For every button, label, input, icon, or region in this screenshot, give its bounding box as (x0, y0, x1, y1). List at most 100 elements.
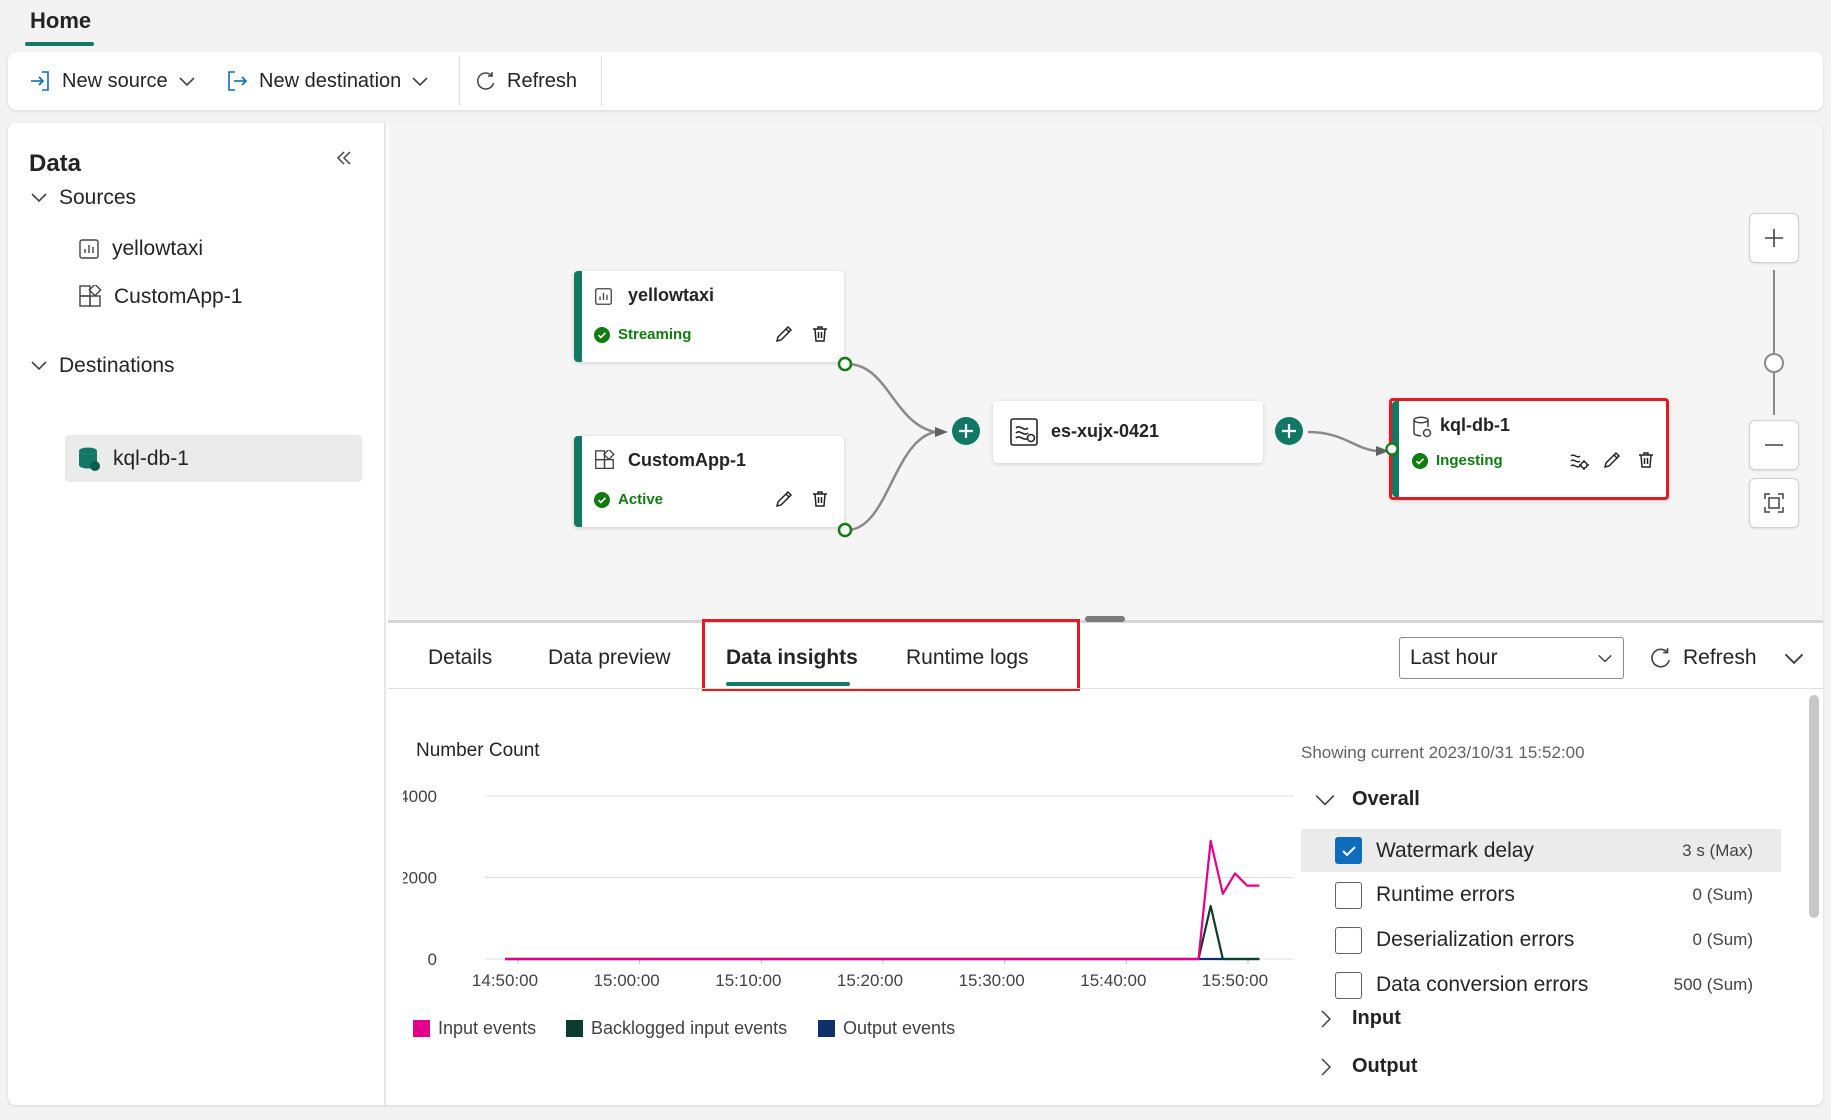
x-tick-label: 15:10:00 (715, 971, 781, 990)
expand-panel-button[interactable] (1783, 647, 1805, 669)
legend-swatch (818, 1020, 835, 1037)
overall-section-header[interactable]: Overall (1314, 788, 1420, 811)
insights-scrollbar[interactable] (1809, 695, 1819, 918)
stream-node[interactable]: es-xujx-0421 (993, 401, 1263, 463)
refresh-label: Refresh (1683, 646, 1757, 669)
sources-label: Sources (59, 186, 137, 209)
data-pane-title: Data (29, 150, 82, 177)
source-node-customapp[interactable]: CustomApp-1 Active (574, 436, 844, 527)
add-operation-plus-icon[interactable] (951, 416, 981, 446)
series-line-backlogged-input-events (505, 904, 1260, 961)
metric-checkbox[interactable] (1335, 837, 1362, 864)
tabs-divider (388, 688, 1823, 689)
check-circle-icon (594, 327, 610, 343)
metric-checkbox[interactable] (1335, 881, 1362, 909)
input-section-header[interactable]: Input (1316, 1007, 1401, 1030)
y-tick-label: 0 (428, 950, 437, 969)
metric-row-data-conversion-errors[interactable]: Data conversion errors 500 (Sum) (1301, 965, 1781, 1005)
node-title: yellowtaxi (628, 285, 715, 305)
chart-title: Number Count (416, 740, 540, 761)
legend-swatch (413, 1020, 430, 1037)
metric-row-watermark-delay[interactable]: Watermark delay 3 s (Max) (1301, 829, 1781, 872)
destination-node-kql-db[interactable]: kql-db-1 Ingesting (1389, 398, 1669, 500)
chevron-down-icon (29, 188, 49, 208)
metric-row-runtime-errors[interactable]: Runtime errors 0 (Sum) (1301, 875, 1781, 915)
zoom-in-button[interactable] (1749, 213, 1799, 263)
edit-icon[interactable] (774, 324, 794, 344)
tab-data-insights[interactable]: Data insights (726, 646, 858, 670)
toolbar-divider (601, 56, 602, 106)
eventstream-settings-icon[interactable] (1568, 449, 1590, 471)
sign-in-arrow-icon (28, 69, 52, 93)
delete-icon[interactable] (810, 489, 830, 509)
metric-label: Runtime errors (1376, 883, 1515, 906)
sources-group-header[interactable]: Sources (29, 186, 136, 210)
input-label: Input (1352, 1007, 1401, 1029)
refresh-label: Refresh (507, 69, 578, 92)
double-chevron-left-icon (335, 149, 353, 167)
zoom-slider[interactable] (1763, 270, 1785, 415)
chevron-down-icon (411, 72, 429, 90)
legend-label: Backlogged input events (591, 1018, 788, 1038)
zoom-out-button[interactable] (1749, 420, 1799, 470)
tab-home[interactable]: Home (30, 8, 91, 34)
x-tick-label: 15:50:00 (1202, 971, 1268, 990)
metric-checkbox[interactable] (1335, 926, 1362, 954)
new-source-button[interactable]: New source (28, 52, 196, 110)
legend-label: Output events (843, 1018, 956, 1038)
plus-icon (1763, 227, 1785, 249)
splitter-grip[interactable] (1085, 616, 1125, 622)
tab-details[interactable]: Details (428, 646, 492, 670)
output-port[interactable] (836, 355, 854, 373)
collapse-pane-button[interactable] (335, 149, 353, 167)
edit-icon[interactable] (1602, 450, 1622, 470)
x-tick-label: 15:30:00 (959, 971, 1025, 990)
legend-backlogged-events[interactable]: Backlogged input events (566, 1018, 787, 1039)
series-line-input-events (505, 839, 1260, 961)
destinations-group-header[interactable]: Destinations (29, 354, 175, 378)
refresh-icon (475, 70, 497, 92)
metric-row-deserialization-errors[interactable]: Deserialization errors 0 (Sum) (1301, 920, 1781, 960)
fit-to-screen-button[interactable] (1749, 478, 1799, 528)
source-item-customapp[interactable]: CustomApp-1 (78, 285, 242, 309)
overall-label: Overall (1352, 788, 1420, 810)
metric-label: Deserialization errors (1376, 928, 1575, 951)
app-grid-icon (78, 285, 102, 309)
add-destination-plus-icon[interactable] (1274, 416, 1304, 446)
metric-checkbox[interactable] (1335, 971, 1362, 999)
new-destination-button[interactable]: New destination (225, 52, 429, 110)
chevron-down-icon (29, 356, 49, 376)
source-node-yellowtaxi[interactable]: yellowtaxi Streaming (574, 271, 844, 362)
refresh-button[interactable]: Refresh (475, 52, 577, 110)
flow-canvas: yellowtaxi Streaming CustomApp-1 Active … (388, 123, 1823, 620)
toolbar-divider (459, 56, 460, 106)
y-tick-label: 4000 (403, 787, 437, 806)
metric-value: 0 (Sum) (1692, 885, 1753, 904)
delete-icon[interactable] (810, 324, 830, 344)
tab-data-preview[interactable]: Data preview (548, 646, 671, 670)
output-port[interactable] (836, 521, 854, 539)
edit-icon[interactable] (774, 489, 794, 509)
check-circle-icon (1412, 453, 1428, 469)
input-port[interactable] (1384, 441, 1400, 457)
x-tick-label: 15:00:00 (594, 971, 660, 990)
events-line-chart: 4000 2000 0 14:50:00 15:00:00 15:10:00 15:20:0… (403, 787, 1294, 990)
delete-icon[interactable] (1636, 450, 1656, 470)
x-tick-label: 15:20:00 (837, 971, 903, 990)
legend-output-events[interactable]: Output events (818, 1018, 955, 1039)
main-panel: Data Sources yellowtaxi CustomApp-1 Dest… (8, 123, 1823, 1105)
y-tick-label: 2000 (403, 869, 437, 888)
metric-label: Watermark delay (1376, 838, 1534, 862)
output-section-header[interactable]: Output (1316, 1055, 1418, 1078)
time-range-dropdown[interactable]: Last hour (1399, 637, 1624, 679)
insights-refresh-button[interactable]: Refresh (1649, 630, 1757, 686)
destination-item-kql-db[interactable]: kql-db-1 (65, 435, 362, 482)
source-item-yellowtaxi[interactable]: yellowtaxi (78, 237, 203, 261)
chart-table-icon (594, 287, 613, 306)
chevron-right-icon (1316, 1008, 1336, 1030)
new-destination-label: New destination (259, 69, 402, 92)
app-grid-icon (594, 450, 615, 471)
legend-input-events[interactable]: Input events (413, 1018, 536, 1039)
sign-out-arrow-icon (225, 69, 249, 93)
tab-runtime-logs[interactable]: Runtime logs (906, 646, 1029, 670)
